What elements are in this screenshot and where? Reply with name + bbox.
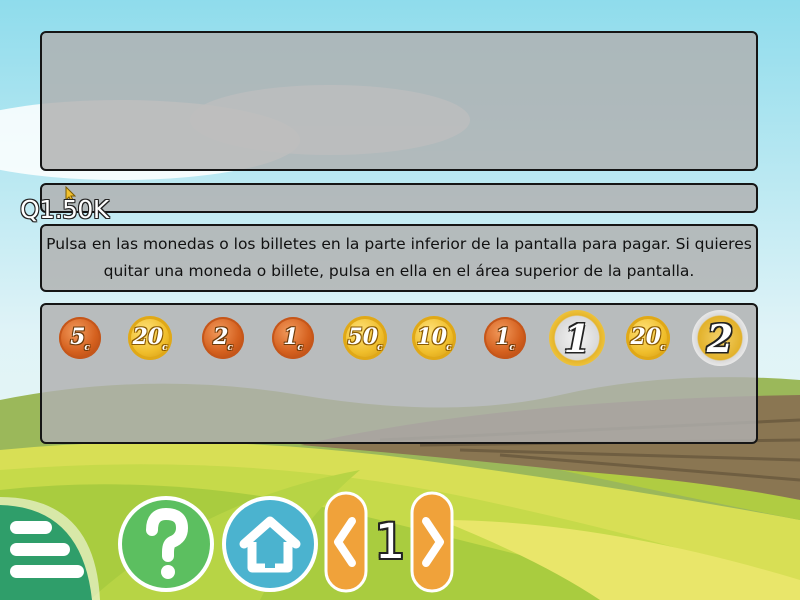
- menu-icon[interactable]: [0, 497, 100, 600]
- coin-value: 50c: [347, 323, 383, 354]
- coin-button[interactable]: 5c: [59, 317, 101, 359]
- coin-value: 2: [706, 315, 734, 361]
- coin-value: 20c: [132, 323, 168, 354]
- price-label: Q1.50K: [20, 195, 109, 224]
- coin-button[interactable]: 1c: [272, 317, 314, 359]
- coin-value: 10c: [416, 323, 452, 354]
- coin-unit: c: [377, 343, 383, 354]
- coin-unit: c: [227, 343, 233, 354]
- coin-unit: c: [509, 343, 515, 354]
- next-button[interactable]: [410, 491, 454, 593]
- coin-button[interactable]: 20c: [128, 316, 172, 360]
- price-bar: [40, 183, 758, 213]
- payment-drop-area[interactable]: [40, 31, 758, 171]
- coin-button[interactable]: 2c: [202, 317, 244, 359]
- coin-value: 1: [563, 315, 591, 361]
- page-counter: 1: [374, 514, 406, 570]
- coin-unit: c: [446, 343, 452, 354]
- coin-value: 2c: [213, 323, 233, 354]
- instructions-text: Pulsa en las monedas o los billetes en l…: [46, 235, 752, 280]
- coin-button[interactable]: 20c: [626, 316, 670, 360]
- previous-button[interactable]: [324, 491, 368, 593]
- coin-unit: c: [297, 343, 303, 354]
- home-button[interactable]: [220, 494, 320, 594]
- coin-button[interactable]: 2: [692, 310, 748, 366]
- help-button[interactable]: [116, 494, 216, 594]
- coin-button[interactable]: 1c: [484, 317, 526, 359]
- coin-unit: c: [660, 343, 666, 354]
- coin-button[interactable]: 50c: [343, 316, 387, 360]
- coin-button[interactable]: 10c: [412, 316, 456, 360]
- coin-value: 20c: [630, 323, 666, 354]
- coin-value: 1c: [495, 323, 515, 354]
- coin-unit: c: [84, 343, 90, 354]
- coin-value: 1c: [283, 323, 303, 354]
- coin-unit: c: [162, 343, 168, 354]
- instructions-box: Pulsa en las monedas o los billetes en l…: [40, 224, 758, 292]
- coin-button[interactable]: 1: [549, 310, 605, 366]
- coin-value: 5c: [70, 323, 90, 354]
